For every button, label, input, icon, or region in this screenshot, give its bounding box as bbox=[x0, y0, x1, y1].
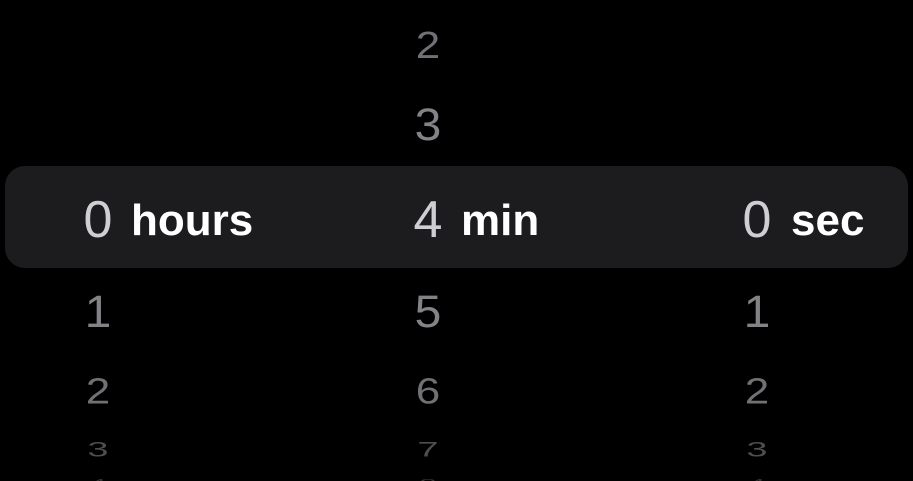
seconds-selected-value[interactable]: 0 bbox=[737, 194, 777, 246]
minutes-option[interactable]: 6 bbox=[406, 374, 450, 410]
hours-option[interactable]: 2 bbox=[78, 374, 118, 410]
hours-option[interactable]: 1 bbox=[78, 290, 118, 335]
minutes-option[interactable]: 5 bbox=[406, 290, 450, 335]
seconds-option[interactable]: 1 bbox=[737, 290, 777, 335]
minutes-option[interactable]: 7 bbox=[406, 440, 450, 461]
minutes-option[interactable]: 3 bbox=[406, 103, 450, 148]
minutes-selected-value[interactable]: 4 bbox=[406, 194, 450, 246]
hours-option[interactable]: 3 bbox=[78, 440, 118, 461]
hours-selected-value[interactable]: 0 bbox=[78, 194, 118, 246]
hours-unit-label: hours bbox=[131, 196, 254, 245]
seconds-option[interactable]: 3 bbox=[737, 440, 777, 461]
minutes-option[interactable]: 2 bbox=[406, 27, 450, 65]
timer-picker[interactable]: 0 1 2 3 4 hours 2 3 4 5 6 7 8 min 0 1 2 … bbox=[0, 0, 913, 481]
seconds-unit-label: sec bbox=[791, 196, 865, 245]
seconds-option[interactable]: 2 bbox=[737, 374, 777, 410]
hours-wheel[interactable]: 0 1 2 3 4 hours bbox=[78, 0, 254, 481]
seconds-wheel[interactable]: 0 1 2 3 4 sec bbox=[737, 0, 865, 481]
minutes-unit-label: min bbox=[461, 196, 540, 245]
minutes-wheel[interactable]: 2 3 4 5 6 7 8 min bbox=[406, 0, 540, 481]
